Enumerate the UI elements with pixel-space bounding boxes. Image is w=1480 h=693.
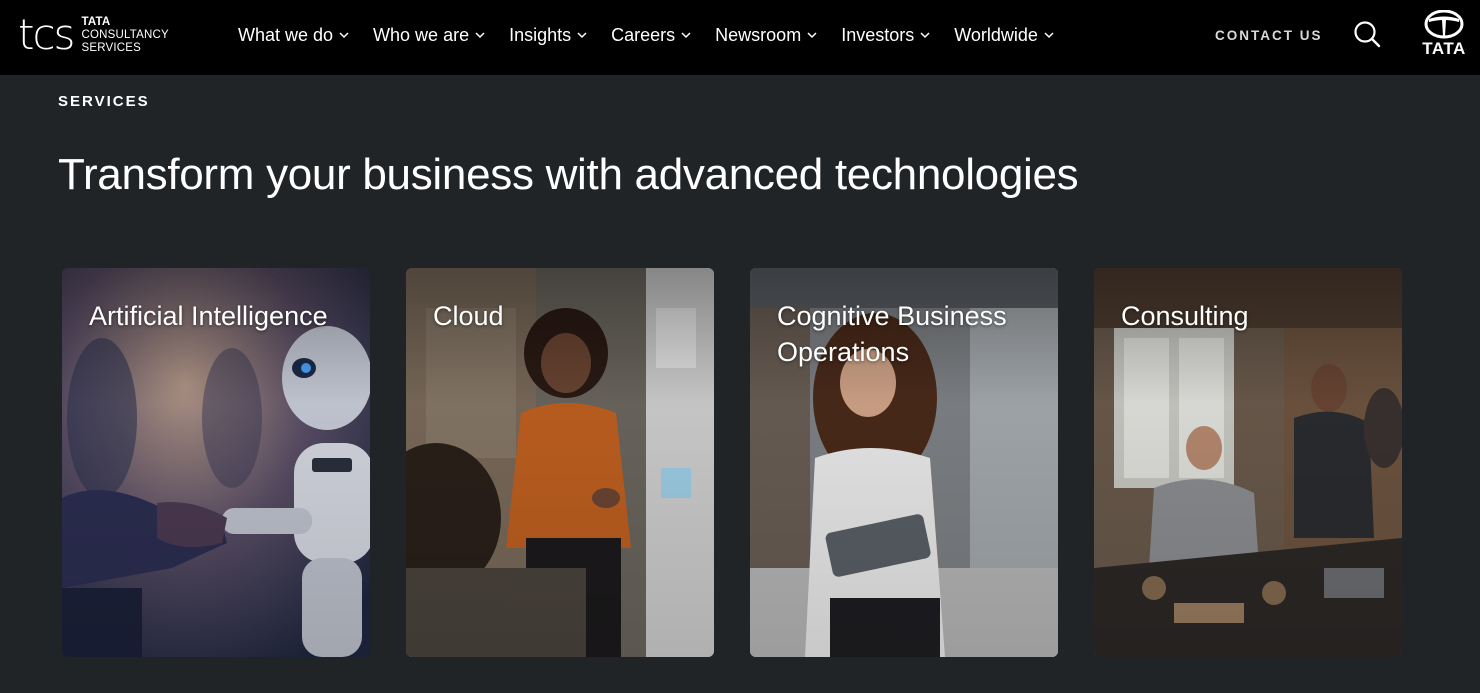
tata-group-logo[interactable]: TATA bbox=[1416, 10, 1472, 60]
service-card-cognitive-business-operations[interactable]: Cognitive Business Operations bbox=[750, 268, 1058, 657]
search-icon[interactable] bbox=[1353, 20, 1381, 48]
chevron-down-icon bbox=[1044, 30, 1054, 40]
chevron-down-icon bbox=[475, 30, 485, 40]
tata-emblem-icon bbox=[1424, 10, 1464, 39]
nav-label: Who we are bbox=[373, 24, 470, 45]
tcs-logo[interactable]: tcs TATA CONSULTANCY SERVICES bbox=[18, 14, 183, 56]
nav-item-careers[interactable]: Careers bbox=[611, 25, 691, 46]
nav-label: Careers bbox=[611, 24, 676, 45]
service-card-title: Consulting bbox=[1121, 301, 1249, 331]
service-card-cloud[interactable]: Cloud bbox=[406, 268, 714, 657]
nav-item-who-we-are[interactable]: Who we are bbox=[373, 25, 485, 46]
service-card-title: Artificial Intelligence bbox=[89, 301, 328, 331]
tcs-logo-text: TATA CONSULTANCY SERVICES bbox=[81, 16, 168, 55]
site-header: tcs TATA CONSULTANCY SERVICES What we do… bbox=[0, 0, 1480, 75]
service-card-consulting[interactable]: Consulting bbox=[1094, 268, 1402, 657]
nav-item-what-we-do[interactable]: What we do bbox=[238, 25, 349, 46]
nav-item-newsroom[interactable]: Newsroom bbox=[715, 25, 817, 46]
nav-label: What we do bbox=[238, 24, 334, 45]
nav-label: Worldwide bbox=[954, 24, 1038, 45]
service-card-title: Cognitive Business Operations bbox=[777, 301, 1007, 367]
tata-wordmark: TATA bbox=[1422, 39, 1466, 58]
chevron-down-icon bbox=[681, 30, 691, 40]
chevron-down-icon bbox=[339, 30, 349, 40]
chevron-down-icon bbox=[807, 30, 817, 40]
nav-label: Newsroom bbox=[715, 24, 802, 45]
nav-label: Insights bbox=[509, 24, 572, 45]
service-cards: Artificial Intelligence Cloud Cognitive … bbox=[62, 268, 1402, 657]
nav-label: Investors bbox=[841, 24, 915, 45]
nav-item-investors[interactable]: Investors bbox=[841, 25, 930, 46]
service-card-ai[interactable]: Artificial Intelligence bbox=[62, 268, 370, 657]
tcs-logo-mark: tcs bbox=[18, 10, 75, 59]
chevron-down-icon bbox=[577, 30, 587, 40]
logo-line-tata: TATA bbox=[81, 15, 111, 28]
chevron-down-icon bbox=[920, 30, 930, 40]
nav-item-insights[interactable]: Insights bbox=[509, 25, 587, 46]
contact-us-link[interactable]: CONTACT US bbox=[1215, 28, 1323, 43]
service-card-title: Cloud bbox=[433, 301, 504, 331]
nav-item-worldwide[interactable]: Worldwide bbox=[954, 25, 1054, 46]
logo-line-services: SERVICES bbox=[81, 41, 142, 54]
main-nav: What we do Who we are Insights Careers N… bbox=[238, 22, 1054, 48]
page-title: Transform your business with advanced te… bbox=[58, 150, 1079, 199]
logo-line-consultancy: CONSULTANCY bbox=[81, 28, 169, 41]
section-eyebrow: SERVICES bbox=[58, 93, 150, 110]
